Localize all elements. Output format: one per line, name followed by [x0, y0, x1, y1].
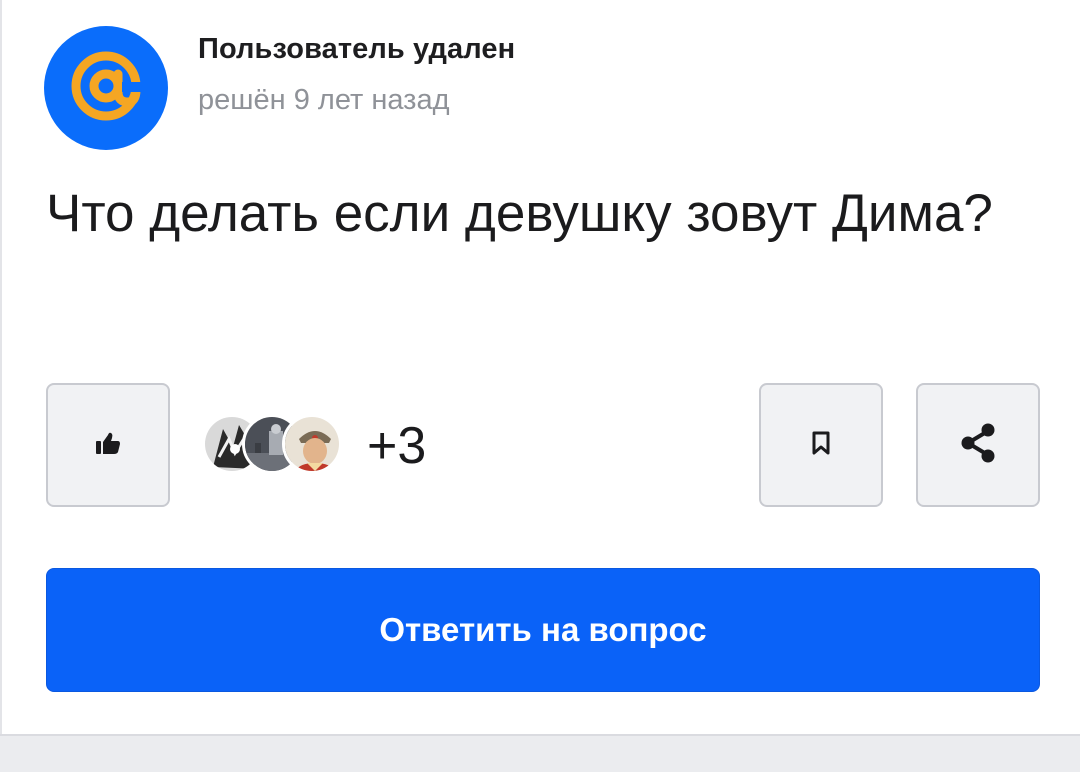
likes-extra-count[interactable]: +3 — [367, 414, 426, 478]
thumbs-up-icon — [95, 431, 121, 460]
question-status-time: решён 9 лет назад — [198, 84, 450, 116]
liker-avatar[interactable] — [282, 414, 342, 474]
page-bottom-divider — [0, 734, 1080, 772]
like-button[interactable] — [46, 383, 170, 507]
bookmark-button[interactable] — [759, 383, 883, 507]
author-avatar[interactable] — [44, 26, 168, 150]
author-name[interactable]: Пользователь удален — [198, 33, 515, 66]
question-title: Что делать если девушку зовут Дима? — [46, 184, 993, 243]
share-button[interactable] — [916, 383, 1040, 507]
share-icon — [958, 422, 998, 469]
question-card: Пользователь удален решён 9 лет назад Чт… — [0, 0, 1080, 734]
answer-question-button[interactable]: Ответить на вопрос — [46, 568, 1040, 692]
liked-users-avatars[interactable] — [202, 414, 352, 478]
bookmark-icon — [812, 431, 830, 460]
mail-ru-at-logo-icon — [64, 44, 148, 133]
